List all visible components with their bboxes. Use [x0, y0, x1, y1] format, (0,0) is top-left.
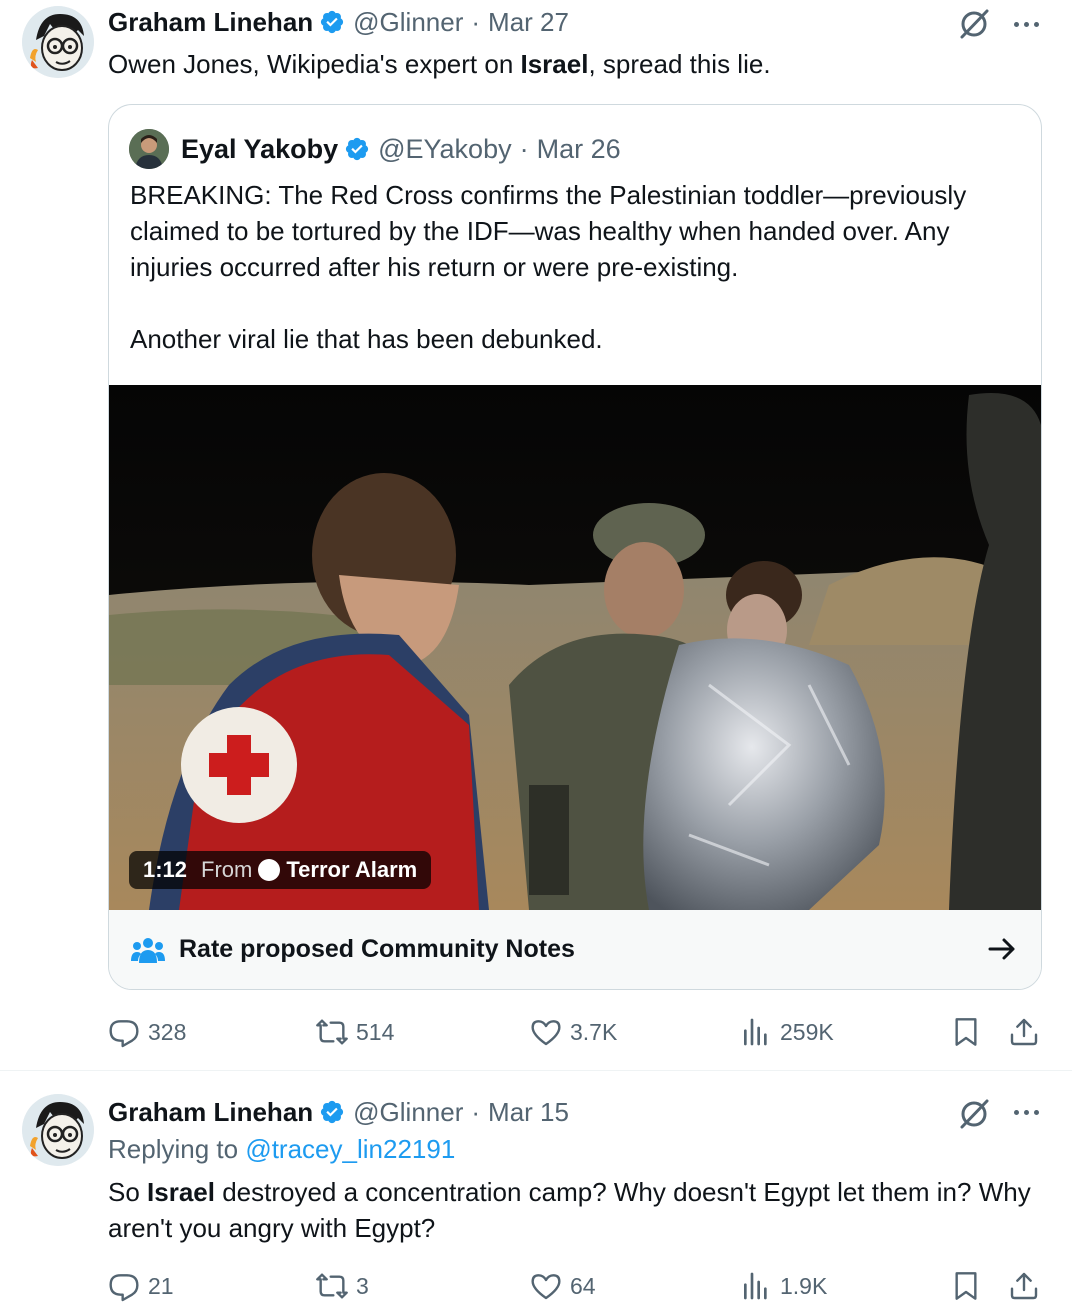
reply-icon: [109, 1274, 139, 1302]
author-name[interactable]: Graham Linehan: [108, 1097, 313, 1128]
video-source-badge[interactable]: 1:12 From Terror Alarm: [129, 851, 432, 889]
repost-icon: [316, 1019, 348, 1045]
like-count: 64: [570, 1272, 596, 1299]
quoted-tweet[interactable]: Eyal Yakoby @EYakoby · Mar 26 BREAKING: …: [108, 104, 1042, 990]
video-thumbnail: [109, 385, 1041, 910]
tweet-2[interactable]: Graham Linehan @Glinner · Mar 15 Replyin…: [0, 1092, 1072, 1316]
tweet-text: Owen Jones, Wikipedia's expert on Israel…: [108, 49, 771, 79]
quoted-paragraph-2: Another viral lie that has been debunked…: [130, 324, 603, 354]
grok-icon[interactable]: [956, 6, 992, 42]
verified-badge-icon[interactable]: [319, 9, 345, 35]
share-button[interactable]: [1008, 1266, 1048, 1306]
separator-dot: ·: [471, 6, 481, 37]
arrow-right-icon: [988, 938, 1015, 960]
author-name[interactable]: Graham Linehan: [108, 7, 313, 38]
reply-button[interactable]: 21: [108, 1266, 174, 1306]
bookmark-button[interactable]: [950, 1012, 990, 1052]
like-icon: [531, 1274, 561, 1300]
views-count: 1.9K: [780, 1272, 828, 1299]
video-player[interactable]: 1:12 From Terror Alarm: [109, 385, 1041, 910]
like-button[interactable]: 3.7K: [530, 1012, 617, 1052]
views-button[interactable]: 259K: [740, 1012, 834, 1052]
tweet-actions: 328 514 3.7K 259K: [108, 1012, 1048, 1052]
more-icon[interactable]: [1006, 6, 1046, 42]
separator-dot: ·: [471, 1096, 481, 1127]
repost-button[interactable]: 3: [316, 1266, 369, 1306]
tweet-1[interactable]: Graham Linehan @Glinner · Mar 27 Owen Jo…: [0, 0, 1072, 1068]
video-from-label: From: [201, 857, 253, 882]
share-icon: [1010, 1272, 1038, 1300]
community-notes-bar[interactable]: Rate proposed Community Notes: [109, 910, 1041, 989]
views-count: 259K: [780, 1018, 834, 1045]
tweet-date[interactable]: Mar 15: [488, 1097, 569, 1128]
author-handle[interactable]: @Glinner: [353, 1097, 463, 1128]
video-source-name[interactable]: Terror Alarm: [286, 857, 417, 883]
views-button[interactable]: 1.9K: [740, 1266, 827, 1306]
bookmark-icon: [955, 1018, 977, 1046]
quoted-tweet-header: Eyal Yakoby @EYakoby · Mar 26: [129, 129, 621, 169]
like-button[interactable]: 64: [530, 1266, 596, 1306]
quoted-author-name[interactable]: Eyal Yakoby: [181, 134, 338, 165]
tweet-actions: 21 3 64 1.9K: [108, 1266, 1048, 1306]
more-icon[interactable]: [1006, 1094, 1046, 1130]
reply-button[interactable]: 328: [108, 1012, 186, 1052]
share-button[interactable]: [1008, 1012, 1048, 1052]
separator-dot: ·: [519, 133, 529, 164]
tweet-header: Graham Linehan @Glinner · Mar 15: [108, 1094, 569, 1130]
reply-count: 328: [148, 1018, 187, 1045]
bookmark-icon: [955, 1272, 977, 1300]
like-icon: [531, 1020, 561, 1046]
replying-to: Replying to @tracey_lin22191: [108, 1134, 455, 1165]
author-avatar[interactable]: [22, 1094, 94, 1166]
repost-button[interactable]: 514: [316, 1012, 394, 1052]
quoted-paragraph-1: BREAKING: The Red Cross confirms the Pal…: [130, 180, 967, 282]
author-avatar[interactable]: [22, 6, 94, 78]
tweet-date[interactable]: Mar 27: [488, 7, 569, 38]
replying-to-handle[interactable]: @tracey_lin22191: [245, 1134, 455, 1164]
video-duration: 1:12: [143, 857, 188, 882]
replying-to-label: Replying to: [108, 1134, 239, 1164]
author-handle[interactable]: @Glinner: [353, 7, 463, 38]
views-icon: [744, 1018, 767, 1046]
repost-count: 3: [356, 1272, 369, 1299]
share-icon: [1010, 1018, 1038, 1046]
quoted-author-avatar[interactable]: [129, 129, 169, 169]
community-notes-label: Rate proposed Community Notes: [179, 935, 575, 963]
verified-badge-icon[interactable]: [344, 136, 370, 162]
like-count: 3.7K: [570, 1018, 618, 1045]
community-notes-icon: [131, 937, 165, 963]
quoted-author-handle[interactable]: @EYakoby: [378, 134, 511, 165]
quoted-tweet-text: BREAKING: The Red Cross confirms the Pal…: [130, 177, 1030, 357]
repost-icon: [316, 1273, 348, 1299]
tweet-text: So Israel destroyed a concentration camp…: [108, 1177, 1031, 1243]
views-icon: [744, 1272, 767, 1300]
repost-count: 514: [356, 1018, 395, 1045]
grok-icon[interactable]: [956, 1096, 992, 1132]
quoted-tweet-date[interactable]: Mar 26: [537, 134, 621, 165]
tweet-divider: [0, 1070, 1072, 1071]
video-source-avatar-icon: [258, 859, 281, 881]
reply-icon: [109, 1020, 139, 1048]
reply-count: 21: [148, 1272, 174, 1299]
bookmark-button[interactable]: [950, 1266, 990, 1306]
tweet-header: Graham Linehan @Glinner · Mar 27: [108, 4, 569, 40]
verified-badge-icon[interactable]: [319, 1099, 345, 1125]
